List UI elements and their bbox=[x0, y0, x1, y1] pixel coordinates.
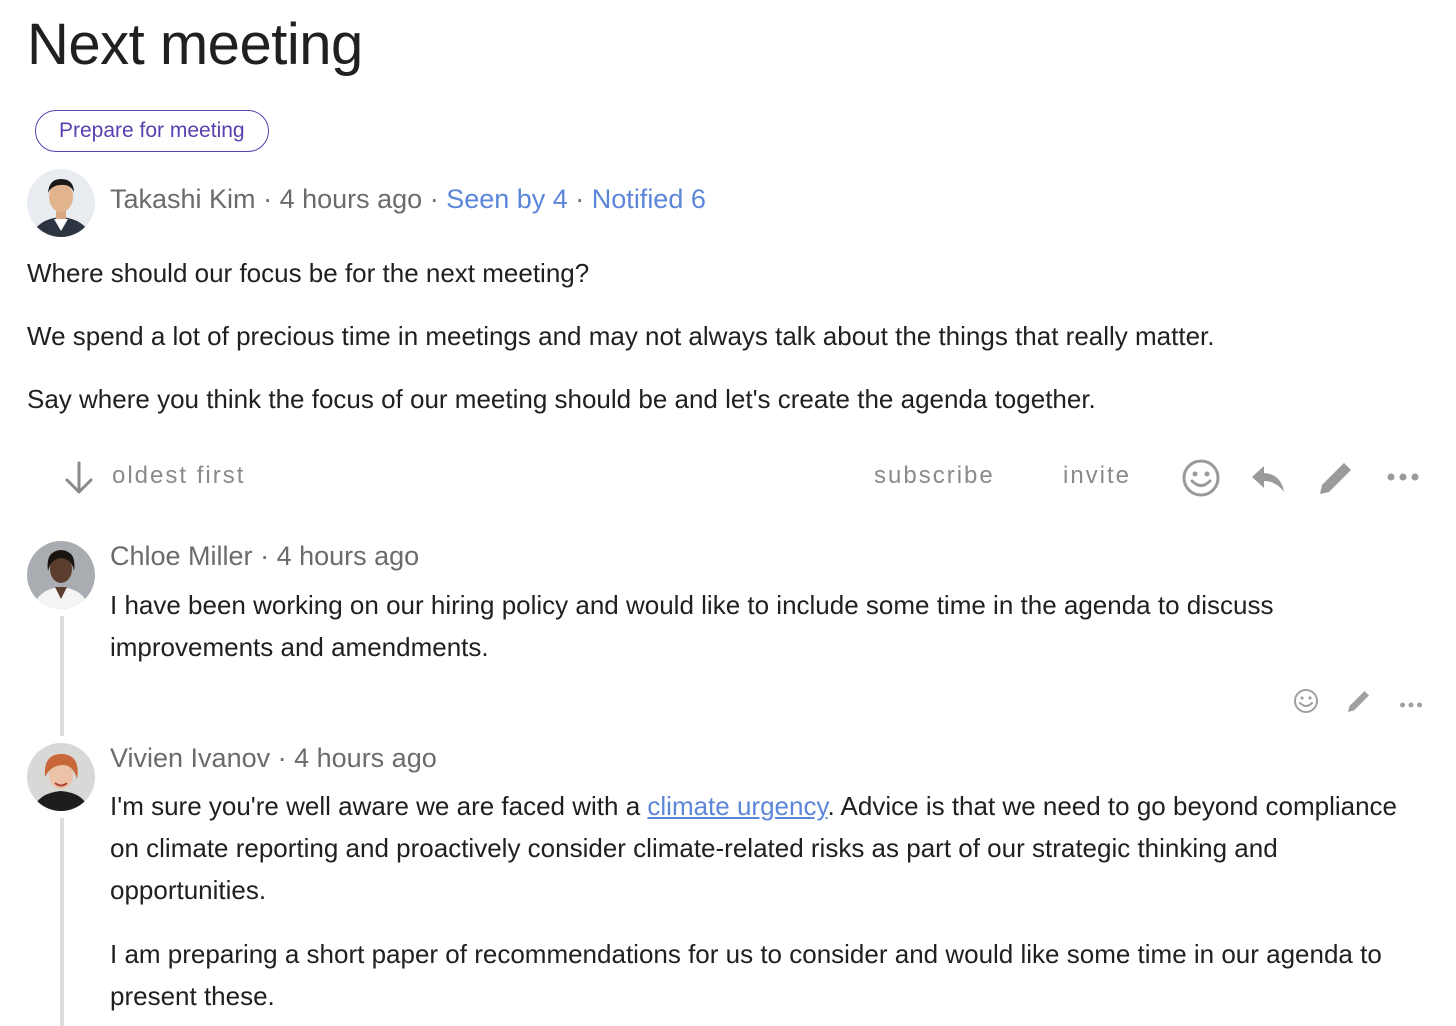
seen-by-link[interactable]: Seen by 4 bbox=[446, 184, 568, 214]
reply-icon[interactable] bbox=[1248, 460, 1288, 501]
smiley-icon[interactable] bbox=[1180, 457, 1222, 504]
avatar-chloe-miller[interactable] bbox=[27, 541, 95, 609]
post-paragraph: Where should our focus be for the next m… bbox=[27, 258, 590, 288]
meta-separator: · bbox=[429, 184, 447, 214]
comment-time: 4 hours ago bbox=[276, 541, 420, 571]
post-meta: Takashi Kim · 4 hours ago · Seen by 4 · … bbox=[110, 184, 706, 215]
prepare-for-meeting-button[interactable]: Prepare for meeting bbox=[35, 110, 269, 152]
comment-text: I'm sure you're well aware we are faced … bbox=[110, 785, 1410, 911]
post-time: 4 hours ago bbox=[279, 184, 423, 214]
comment-meta: Vivien Ivanov · 4 hours ago bbox=[110, 743, 437, 774]
comment-author[interactable]: Chloe Miller bbox=[110, 541, 253, 571]
more-icon[interactable] bbox=[1399, 696, 1423, 714]
thread-line bbox=[60, 616, 64, 736]
post-paragraph: We spend a lot of precious time in meeti… bbox=[27, 321, 1215, 351]
meta-separator: · bbox=[277, 743, 295, 773]
comment-author[interactable]: Vivien Ivanov bbox=[110, 743, 270, 773]
meta-separator: · bbox=[263, 184, 280, 214]
comment-time: 4 hours ago bbox=[294, 743, 437, 773]
comment-text: I am preparing a short paper of recommen… bbox=[110, 939, 1382, 1011]
arrow-down-icon[interactable] bbox=[62, 460, 96, 501]
subscribe-button[interactable]: subscribe bbox=[874, 462, 995, 490]
sort-oldest-first[interactable]: oldest first bbox=[112, 462, 245, 490]
post-toolbar: oldest first subscribe invite bbox=[0, 450, 1456, 506]
pencil-icon[interactable] bbox=[1345, 687, 1373, 720]
smiley-icon[interactable] bbox=[1292, 687, 1320, 720]
page-title: Next meeting bbox=[27, 12, 363, 77]
more-icon[interactable] bbox=[1386, 470, 1420, 488]
comment-text: I have been working on our hiring policy… bbox=[110, 590, 1274, 662]
pencil-icon[interactable] bbox=[1316, 458, 1356, 503]
comment-text-part: I'm sure you're well aware we are faced … bbox=[110, 791, 648, 821]
avatar-takashi-kim[interactable] bbox=[27, 169, 95, 237]
thread-line bbox=[60, 818, 64, 1026]
notified-link[interactable]: Notified 6 bbox=[592, 184, 706, 214]
comment-meta: Chloe Miller · 4 hours ago bbox=[110, 541, 419, 572]
invite-button[interactable]: invite bbox=[1063, 462, 1131, 490]
meta-separator: · bbox=[260, 541, 277, 571]
post-paragraph: Say where you think the focus of our mee… bbox=[27, 384, 1096, 414]
avatar-vivien-ivanov[interactable] bbox=[27, 743, 95, 811]
climate-urgency-link[interactable]: climate urgency bbox=[647, 791, 827, 821]
post-author[interactable]: Takashi Kim bbox=[110, 184, 256, 214]
meta-separator: · bbox=[575, 184, 592, 214]
